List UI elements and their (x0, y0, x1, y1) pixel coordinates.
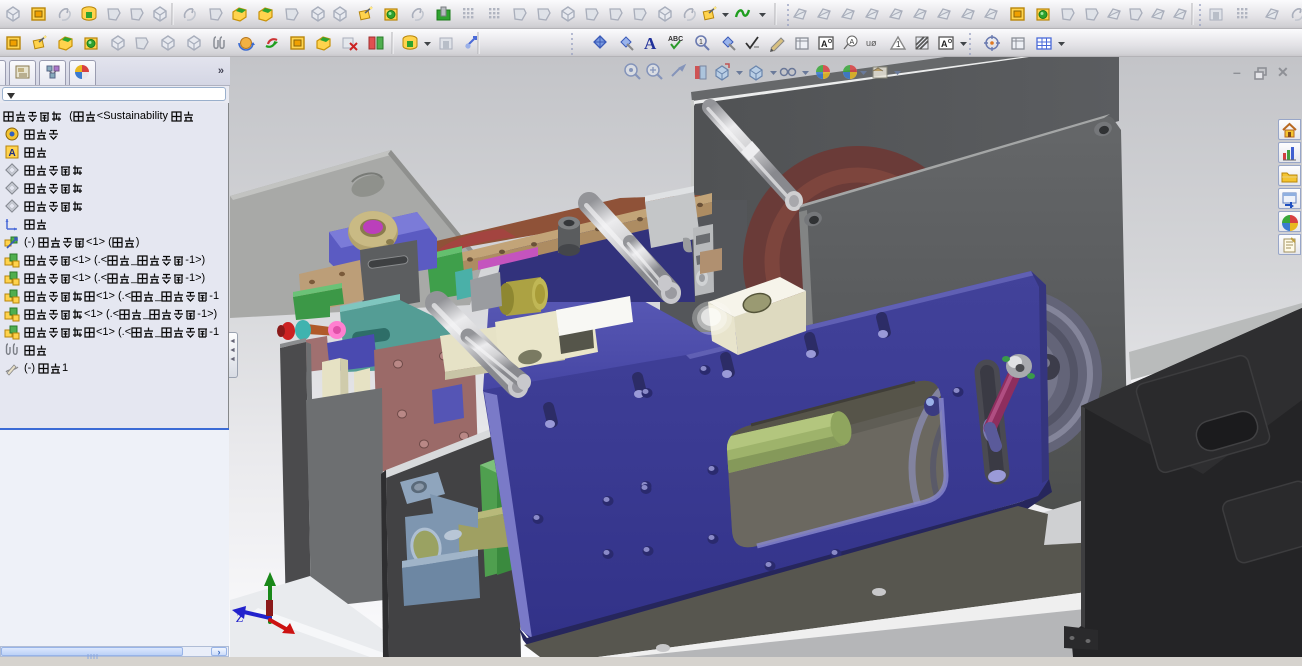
svg-text:A: A (821, 39, 828, 49)
svg-text:A: A (850, 39, 855, 46)
svg-text:A: A (941, 39, 948, 49)
svg-text:1: 1 (699, 39, 703, 46)
svg-text:A: A (644, 34, 657, 53)
svg-text:Z: Z (236, 610, 244, 625)
svg-text:A: A (9, 148, 16, 159)
svg-text:ABC: ABC (668, 36, 683, 43)
svg-text:uø: uø (866, 38, 877, 48)
svg-text:1: 1 (896, 40, 901, 49)
